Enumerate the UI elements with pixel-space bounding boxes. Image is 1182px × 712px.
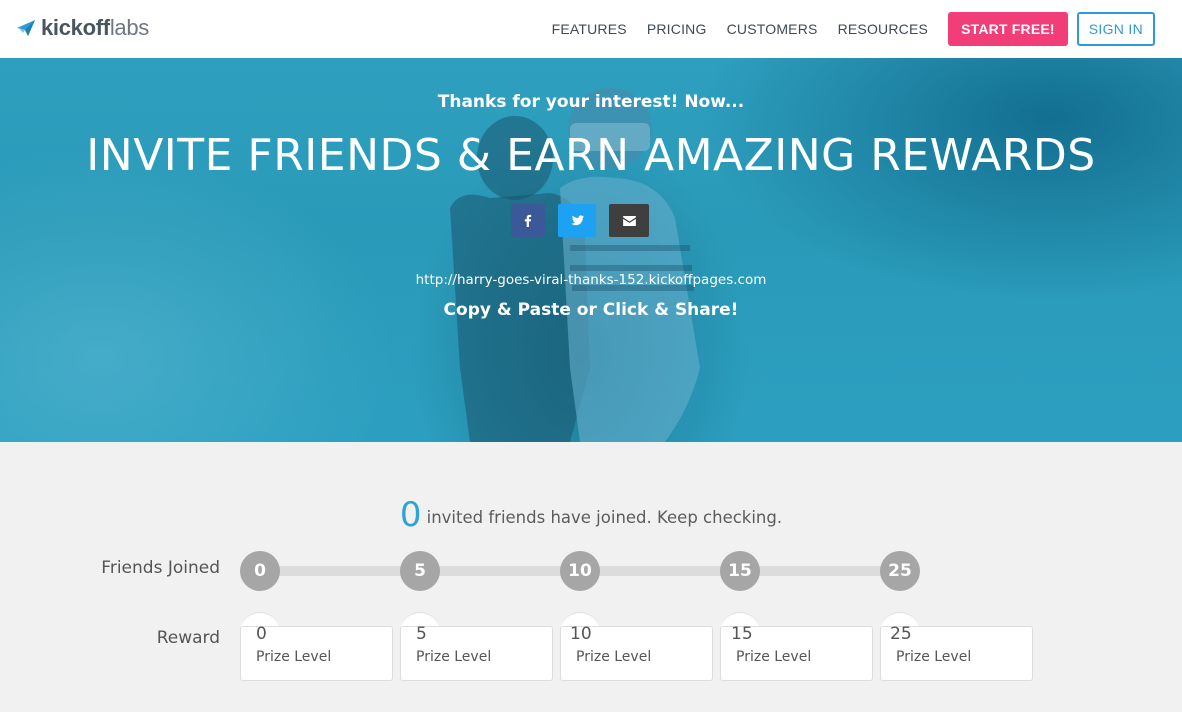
reward-card-level: Prize Level (896, 649, 972, 665)
twitter-icon (570, 215, 584, 226)
reward-card-number: 5 (416, 624, 427, 644)
hero-banner: Thanks for your interest! Now... INVITE … (0, 58, 1182, 442)
reward-card-number: 15 (731, 624, 753, 644)
nav-link-pricing[interactable]: PRICING (647, 21, 707, 37)
hero-title: INVITE FRIENDS & EARN AMAZING REWARDS (86, 130, 1096, 181)
share-twitter-button[interactable] (558, 204, 596, 237)
nav-link-customers[interactable]: CUSTOMERS (727, 21, 818, 37)
logo-wordmark: kickofflabs (41, 15, 149, 40)
reward-card-level: Prize Level (256, 649, 332, 665)
nav-links: FEATURES PRICING CUSTOMERS RESOURCES STA… (552, 0, 1182, 58)
share-email-button[interactable] (609, 204, 649, 237)
friends-joined-label: Friends Joined (101, 558, 220, 578)
nav-link-resources[interactable]: RESOURCES (838, 21, 928, 37)
reward-label: Reward (156, 628, 220, 648)
reward-card-number: 25 (890, 624, 912, 644)
milestone-0: 0 (240, 551, 280, 591)
reward-card-level: Prize Level (576, 649, 652, 665)
email-icon (622, 215, 636, 226)
nav-link-features[interactable]: FEATURES (552, 21, 627, 37)
facebook-icon (524, 214, 532, 227)
start-free-button[interactable]: START FREE! (948, 12, 1068, 46)
hero-pretitle: Thanks for your interest! Now... (437, 92, 745, 112)
kickofflabs-logo[interactable]: kickofflabs (16, 14, 149, 42)
milestone-5: 5 (400, 551, 440, 591)
reward-card-level: Prize Level (736, 649, 812, 665)
milestone-15: 15 (720, 551, 760, 591)
share-facebook-button[interactable] (511, 204, 545, 237)
invite-count-line: 0 invited friends have joined. Keep chec… (0, 495, 1182, 535)
reward-card-number: 10 (570, 624, 592, 644)
milestone-10: 10 (560, 551, 600, 591)
top-navbar: kickofflabs FEATURES PRICING CUSTOMERS R… (0, 0, 1182, 58)
invited-count: 0 (399, 495, 422, 535)
hero-background-photo (450, 88, 700, 442)
share-url[interactable]: http://harry-goes-viral-thanks-152.kicko… (0, 272, 1182, 288)
share-instruction: Copy & Paste or Click & Share! (443, 300, 739, 320)
reward-card-number: 0 (256, 624, 267, 644)
sign-in-button[interactable]: SIGN IN (1076, 12, 1155, 46)
share-buttons (0, 204, 1182, 237)
invited-count-text: invited friends have joined. Keep checki… (426, 508, 783, 527)
kickoff-paper-plane-icon (17, 20, 35, 36)
reward-card-level: Prize Level (416, 649, 492, 665)
milestone-25: 25 (880, 551, 920, 591)
